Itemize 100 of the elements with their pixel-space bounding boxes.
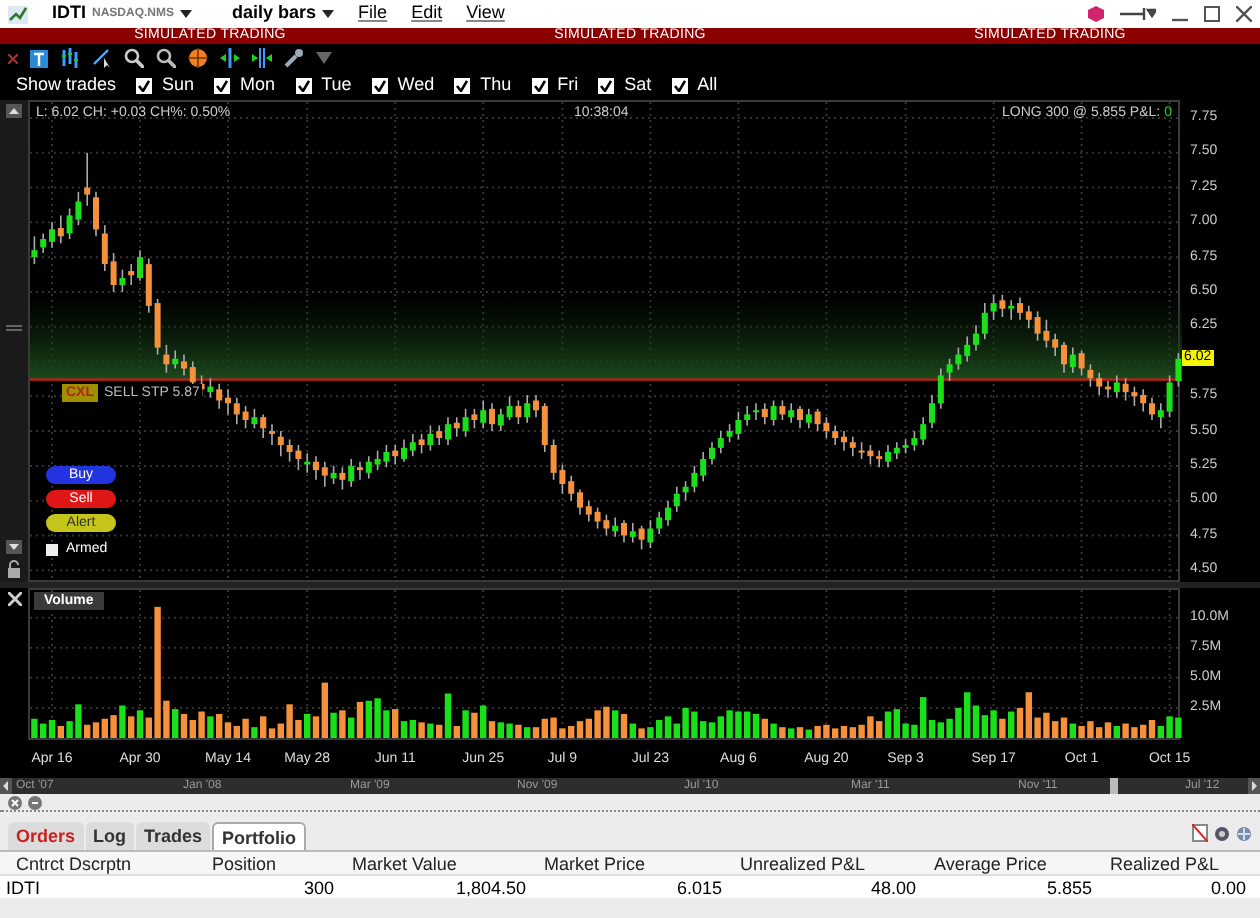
candlestick bbox=[40, 232, 47, 254]
document-icon[interactable] bbox=[1192, 824, 1208, 842]
candlestick bbox=[515, 399, 522, 425]
pin-icon[interactable] bbox=[1120, 8, 1156, 20]
bar bbox=[1113, 725, 1120, 738]
bar bbox=[462, 710, 469, 738]
maximize-icon[interactable] bbox=[1204, 6, 1220, 22]
table-cell-text: 48.00 bbox=[868, 876, 918, 902]
bar bbox=[788, 728, 795, 738]
candlestick bbox=[1034, 310, 1041, 342]
menu-item[interactable]: View bbox=[466, 0, 505, 28]
column-header: Cntrct Dscrptn bbox=[14, 852, 134, 878]
crosshair-icon[interactable] bbox=[188, 48, 208, 68]
wrench-icon[interactable] bbox=[284, 48, 304, 68]
column-header: Market Price bbox=[542, 852, 648, 878]
tab[interactable]: Orders bbox=[8, 822, 84, 850]
candlestick bbox=[823, 416, 830, 439]
candlestick bbox=[946, 357, 953, 382]
close-circle-icon[interactable] bbox=[8, 795, 22, 809]
bar bbox=[84, 724, 91, 738]
bar bbox=[770, 723, 777, 738]
candlestick bbox=[638, 524, 645, 551]
tab[interactable]: Portfolio bbox=[212, 822, 307, 850]
candlestick bbox=[392, 444, 399, 466]
candlestick bbox=[453, 416, 460, 438]
scroll-right-icon[interactable] bbox=[1248, 778, 1260, 794]
cursor-icon[interactable] bbox=[92, 48, 112, 68]
grip-icon[interactable] bbox=[6, 324, 22, 334]
candlestick bbox=[1087, 363, 1094, 388]
tab[interactable]: Log bbox=[85, 822, 135, 850]
close-icon[interactable] bbox=[1236, 6, 1252, 22]
bar bbox=[506, 723, 513, 738]
bar bbox=[260, 716, 267, 738]
candlestick bbox=[330, 465, 337, 485]
candlestick bbox=[75, 190, 82, 226]
candlestick bbox=[629, 522, 636, 544]
zoom-out-icon[interactable] bbox=[156, 48, 176, 68]
day-label: Mon bbox=[240, 72, 276, 99]
scroll-left-icon[interactable] bbox=[0, 778, 12, 794]
checkbox[interactable] bbox=[295, 78, 312, 94]
candlestick bbox=[1113, 374, 1120, 399]
bar bbox=[119, 705, 126, 738]
bar bbox=[400, 721, 408, 738]
scroll-thumb[interactable] bbox=[1110, 778, 1118, 794]
column-header: Unrealized P&L bbox=[738, 852, 868, 878]
bar bbox=[251, 727, 258, 738]
zoom-in-icon[interactable] bbox=[124, 48, 144, 68]
checkbox[interactable] bbox=[371, 78, 388, 94]
candlestick bbox=[550, 438, 557, 481]
check-icon bbox=[600, 80, 613, 92]
bar bbox=[884, 711, 892, 738]
checkbox[interactable] bbox=[214, 78, 231, 94]
candlestick bbox=[867, 444, 874, 466]
collapse-arrows-icon[interactable] bbox=[252, 48, 272, 68]
candlestick bbox=[436, 424, 443, 446]
candlestick bbox=[682, 480, 689, 502]
candlestick bbox=[911, 430, 918, 452]
candlestick bbox=[31, 235, 38, 265]
period-dropdown[interactable]: daily bars bbox=[232, 0, 335, 28]
candlestick bbox=[321, 460, 328, 488]
caret-icon[interactable] bbox=[316, 52, 332, 64]
text-tool-icon[interactable] bbox=[30, 49, 48, 67]
tab[interactable]: Trades bbox=[136, 822, 211, 850]
check-icon bbox=[373, 80, 386, 92]
bar bbox=[242, 718, 249, 738]
day-label: Thu bbox=[480, 72, 512, 99]
menu-item[interactable]: File bbox=[358, 0, 388, 28]
day-label: Wed bbox=[397, 72, 435, 99]
candlestick bbox=[735, 410, 742, 441]
bar bbox=[427, 723, 434, 738]
scroll-down-icon[interactable] bbox=[6, 540, 22, 554]
candlestick bbox=[973, 324, 979, 352]
bar bbox=[128, 716, 135, 738]
candlestick bbox=[726, 423, 733, 444]
checkbox[interactable] bbox=[531, 78, 548, 94]
menu-item[interactable]: Edit bbox=[411, 0, 443, 28]
column-header: Average Price bbox=[932, 852, 1049, 878]
lock-icon[interactable] bbox=[6, 560, 22, 578]
bar-chart-tool-icon[interactable] bbox=[60, 48, 80, 68]
cube-icon[interactable] bbox=[1088, 6, 1104, 22]
stop-order-line[interactable] bbox=[30, 378, 1182, 381]
scroll-up-icon[interactable] bbox=[6, 104, 22, 118]
collapse-circle-icon[interactable] bbox=[28, 795, 42, 809]
table-cell-text: 1,804.50 bbox=[453, 876, 528, 902]
checkbox[interactable] bbox=[136, 78, 153, 94]
checkbox[interactable] bbox=[671, 78, 688, 94]
checkbox[interactable] bbox=[46, 544, 58, 557]
bar bbox=[321, 682, 328, 738]
period-text: daily bars bbox=[232, 0, 317, 27]
checkbox[interactable] bbox=[598, 78, 615, 94]
bar bbox=[172, 709, 179, 738]
day-label: Sat bbox=[624, 72, 652, 99]
expand-arrows-icon[interactable] bbox=[220, 48, 240, 68]
checkbox[interactable] bbox=[454, 78, 471, 94]
candlestick bbox=[691, 465, 698, 494]
candlestick bbox=[603, 513, 610, 537]
table-cell-text: IDTI bbox=[4, 876, 42, 902]
symbol-text: IDTI bbox=[52, 0, 86, 27]
bar bbox=[620, 713, 628, 738]
bar bbox=[198, 711, 205, 738]
